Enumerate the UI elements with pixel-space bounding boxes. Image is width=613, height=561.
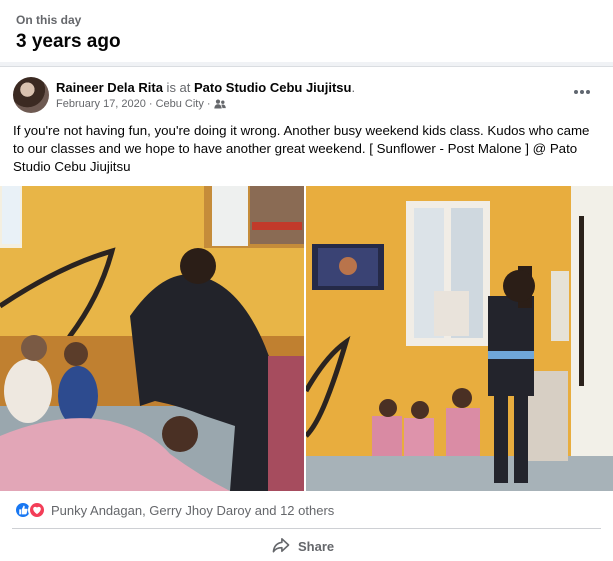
memory-header: On this day 3 years ago bbox=[0, 0, 613, 62]
memory-label: On this day bbox=[16, 13, 82, 27]
post-card: Raineer Dela Rita is at Pato Studio Cebu… bbox=[0, 66, 613, 561]
memory-title: 3 years ago bbox=[16, 31, 121, 52]
share-icon bbox=[272, 537, 290, 556]
photo-kids-class-sparring[interactable] bbox=[0, 186, 304, 491]
meta-separator: · bbox=[206, 98, 211, 110]
place-name[interactable]: Pato Studio Cebu Jiujitsu bbox=[194, 80, 351, 95]
post-date[interactable]: February 17, 2020 bbox=[56, 98, 146, 110]
is-at-text: is at bbox=[162, 80, 195, 95]
more-options-icon[interactable] bbox=[571, 84, 593, 100]
reactions-text[interactable]: Punky Andagan, Gerry Jhoy Daroy and 12 o… bbox=[51, 503, 334, 518]
post-meta: February 17, 2020 · Cebu City · bbox=[56, 98, 226, 110]
share-button[interactable]: Share bbox=[272, 537, 334, 556]
divider bbox=[12, 528, 601, 529]
share-label: Share bbox=[298, 539, 335, 554]
place-suffix: . bbox=[351, 80, 356, 95]
meta-separator: · bbox=[148, 98, 153, 110]
author-line: Raineer Dela Rita is at Pato Studio Cebu… bbox=[56, 80, 355, 95]
post-location[interactable]: Cebu City bbox=[156, 98, 204, 110]
author-name[interactable]: Raineer Dela Rita bbox=[56, 80, 163, 95]
reactions-summary[interactable]: Punky Andagan, Gerry Jhoy Daroy and 12 o… bbox=[14, 500, 334, 520]
love-icon bbox=[28, 501, 46, 519]
post-text: If you're not having fun, you're doing i… bbox=[13, 123, 590, 174]
avatar[interactable] bbox=[13, 77, 49, 113]
photo-grid bbox=[0, 186, 613, 491]
photo-kids-class-stretching[interactable] bbox=[306, 186, 613, 491]
friends-icon[interactable] bbox=[213, 99, 226, 109]
